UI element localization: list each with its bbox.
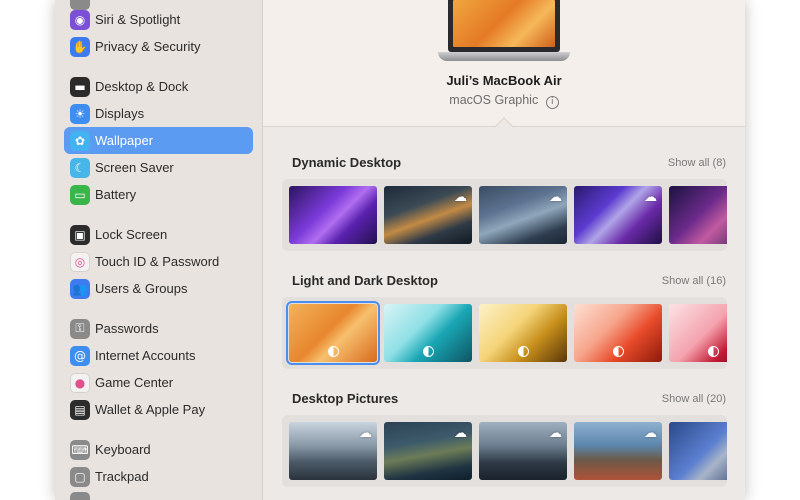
wallpaper-thumbnail[interactable]: ☁ [574,422,662,480]
sidebar-item-label: Users & Groups [95,281,188,296]
light-dark-mode-icon [328,346,339,357]
cloud-download-icon: ☁ [359,426,372,441]
flower-icon: ✿ [70,130,90,151]
sidebar-item-siri-spotlight[interactable]: ◉ Siri & Spotlight [64,6,253,33]
sidebar-item-touch-id-password[interactable]: ◎ Touch ID & Password [64,248,253,275]
cloud-download-icon: ☁ [644,190,657,205]
sidebar-item-label: Passwords [95,321,159,336]
cloud-download-icon: ☁ [549,426,562,441]
at-icon: @ [70,345,90,366]
main-content: Juli’s MacBook Air macOS Graphic i Dynam… [263,0,745,500]
light-dark-mode-icon [423,346,434,357]
trackpad-icon: ▢ [70,466,90,487]
sidebar-item-label: Displays [95,106,145,121]
sidebar-item-label: Keyboard [95,442,151,457]
show-all-link[interactable]: Show all (8) [668,157,726,169]
sidebar-item-keyboard[interactable]: ⌨ Keyboard [64,436,253,463]
light-dark-mode-icon [613,346,624,357]
device-subtitle-row: macOS Graphic i [263,93,745,109]
sun-icon: ☀ [70,103,90,124]
wallpaper-thumbnail[interactable]: ☁ [479,422,567,480]
sidebar-item-displays[interactable]: ☀ Displays [64,100,253,127]
sidebar-item-label: Screen Saver [95,160,174,175]
sidebar-item-battery[interactable]: ▭ Battery [64,181,253,208]
sidebar-item-game-center[interactable]: ● Game Center [64,369,253,396]
wallpaper-thumbnail[interactable] [669,304,727,362]
section-title: Light and Dark Desktop [292,273,438,288]
fingerprint-icon: ◎ [70,251,90,272]
cloud-download-icon: ☁ [454,426,467,441]
device-name: Juli’s MacBook Air [446,73,562,88]
macbook-icon [448,0,560,52]
sidebar-item-label: Desktop & Dock [95,79,189,94]
game-controllers-icon [70,492,90,500]
light-dark-mode-icon [518,346,529,357]
wallpaper-thumbnail[interactable] [574,304,662,362]
wallpaper-strip[interactable]: ☁ ☁ ☁ [282,179,727,251]
wallpaper-thumbnail[interactable] [669,186,727,244]
cloud-download-icon: ☁ [644,426,657,441]
hand-icon: ✋ [70,36,90,57]
device-subtitle: macOS Graphic [449,93,539,107]
sidebar-item-label: Touch ID & Password [95,254,220,269]
sidebar-item-desktop-dock[interactable]: ▬ Desktop & Dock [64,73,253,100]
wallpaper-thumbnail[interactable] [286,301,380,365]
light-dark-mode-icon [708,346,719,357]
wallpaper-thumbnail[interactable]: ☁ [289,422,377,480]
siri-icon: ◉ [70,9,90,30]
game-center-icon: ● [70,372,90,393]
wallpaper-thumbnail[interactable] [479,304,567,362]
sidebar-item-screen-saver[interactable]: ☾ Screen Saver [64,154,253,181]
device-header: Juli’s MacBook Air macOS Graphic i [263,0,745,127]
key-icon: ⚿ [70,318,90,339]
macbook-base [438,52,570,61]
show-all-link[interactable]: Show all (20) [662,393,726,405]
sidebar-item-passwords[interactable]: ⚿ Passwords [64,315,253,342]
wallpaper-thumbnail[interactable]: ☁ [574,186,662,244]
sidebar-item-label: Battery [95,187,137,202]
wallpaper-strip[interactable]: ☁ ☁ ☁ ☁ [282,415,727,487]
wallpaper-thumbnail[interactable]: ☁ [479,186,567,244]
sidebar-item-label: Privacy & Security [95,39,201,54]
wallpaper-thumbnail[interactable] [384,304,472,362]
wallpaper-strip[interactable] [282,297,727,369]
sidebar-item-trackpad[interactable]: ▢ Trackpad [64,463,253,490]
sidebar-item-label: Wallet & Apple Pay [95,402,206,417]
sidebar-item-label: Trackpad [95,469,149,484]
sidebar-item-label: Internet Accounts [95,348,196,363]
sidebar-item-wallet-apple-pay[interactable]: ▤ Wallet & Apple Pay [64,396,253,423]
settings-window: ◉ Siri & Spotlight ✋ Privacy & Security ▬ Des… [55,0,745,500]
wallpaper-thumbnail[interactable] [669,422,727,480]
moon-icon: ☾ [70,157,90,178]
sidebar-item-users-groups[interactable]: 👥 Users & Groups [64,275,253,302]
cloud-download-icon: ☁ [549,190,562,205]
section-title: Desktop Pictures [292,391,399,406]
info-icon[interactable]: i [545,96,559,109]
wallet-icon: ▤ [70,399,90,420]
sidebar-item-label: Game Center [95,375,174,390]
sidebar-item-internet-accounts[interactable]: @ Internet Accounts [64,342,253,369]
battery-icon: ▭ [70,184,90,205]
sidebar-item-privacy-security[interactable]: ✋ Privacy & Security [64,33,253,60]
sidebar: ◉ Siri & Spotlight ✋ Privacy & Security ▬ Des… [55,0,263,500]
wallpaper-thumbnail[interactable] [289,186,377,244]
users-icon: 👥 [70,278,90,299]
cloud-download-icon: ☁ [454,190,467,205]
dock-icon: ▬ [70,76,90,97]
wallpaper-thumbnail[interactable]: ☁ [384,422,472,480]
lock-screen-icon: ▣ [70,224,90,245]
sidebar-item-lock-screen[interactable]: ▣ Lock Screen [64,221,253,248]
sidebar-item-wallpaper[interactable]: ✿ Wallpaper [64,127,253,154]
sidebar-item-label: Siri & Spotlight [95,12,181,27]
sidebar-item-label: Wallpaper [95,133,154,148]
wallpaper-thumbnail[interactable]: ☁ [384,186,472,244]
sidebar-item-label: Lock Screen [95,227,168,242]
section-title: Dynamic Desktop [292,155,402,170]
show-all-link[interactable]: Show all (16) [662,275,726,287]
keyboard-icon: ⌨ [70,439,90,460]
